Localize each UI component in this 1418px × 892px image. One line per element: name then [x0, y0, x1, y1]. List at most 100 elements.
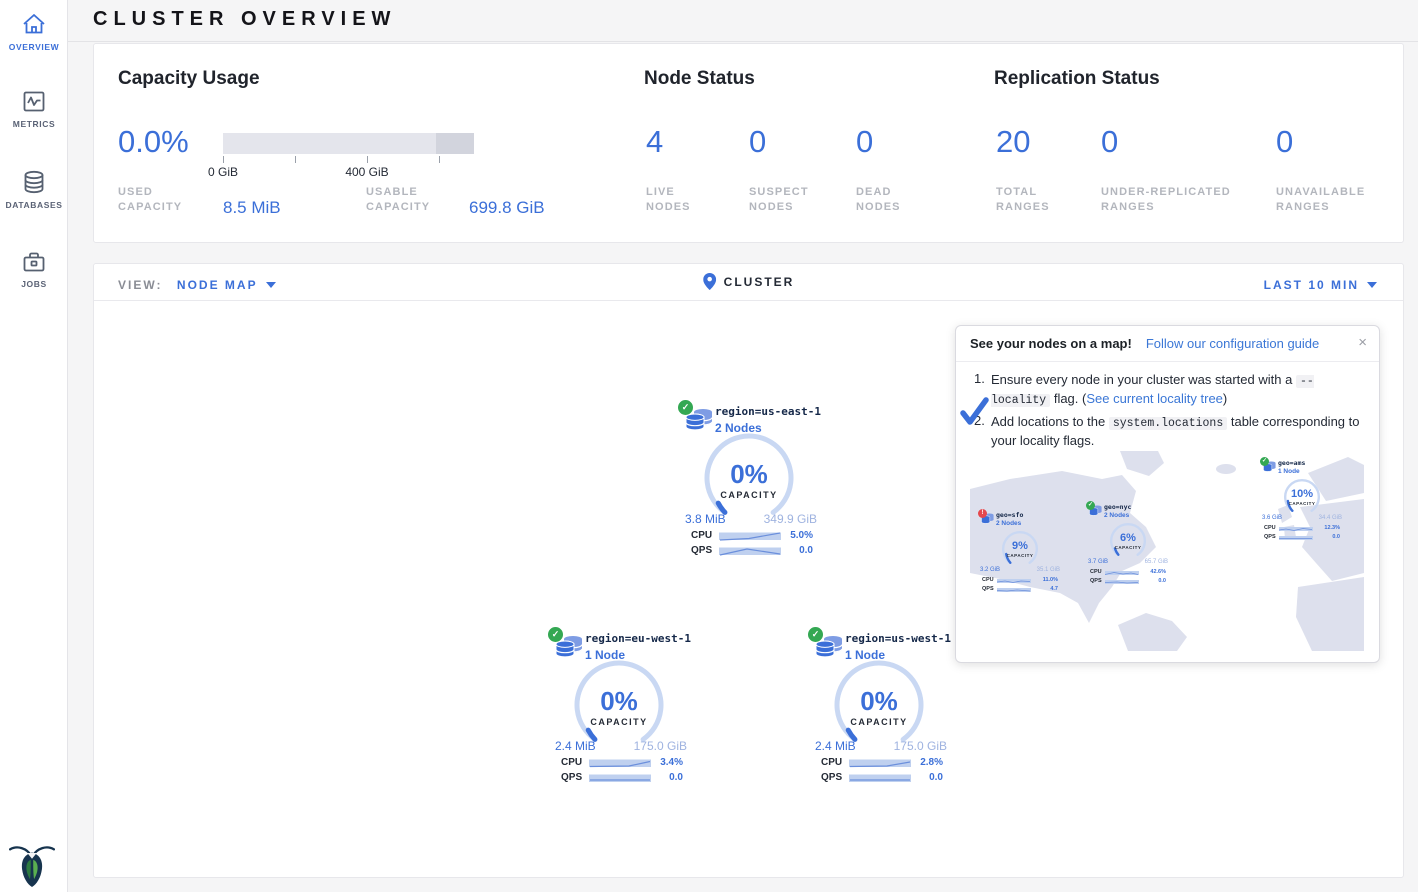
live-status-badge: ✓: [678, 400, 693, 415]
capacity-caption: CAPACITY: [1104, 545, 1152, 550]
capacity-usage-title: Capacity Usage: [118, 68, 260, 90]
capacity-bar: [223, 133, 474, 154]
cpu-sparkline: [997, 578, 1031, 584]
cpu-sparkline: [1105, 570, 1139, 576]
cpu-label: CPU: [691, 530, 712, 541]
locality-tree-link[interactable]: See current locality tree: [1086, 391, 1223, 406]
node-total-capacity: 175.0 GiB: [894, 739, 947, 753]
capacity-tick-label: 400 GiB: [332, 165, 402, 179]
database-icon: [20, 168, 48, 196]
capacity-percent: 10%: [1282, 489, 1322, 500]
popup-header: See your nodes on a map! Follow our conf…: [956, 326, 1379, 362]
node-widget-eu-west-1[interactable]: ✓ region=eu-west-1 1 Node: [549, 628, 689, 788]
capacity-percent: 9%: [1000, 541, 1040, 552]
metrics-graph-icon: [20, 88, 48, 115]
qps-label: QPS: [561, 772, 582, 783]
sidebar-item-overview[interactable]: OVERVIEW: [0, 11, 68, 52]
sidebar-item-databases[interactable]: DATABASES: [0, 168, 68, 210]
used-capacity-label: USED CAPACITY: [118, 185, 198, 215]
map-pin-icon: [703, 273, 716, 290]
node-used-capacity: 3.6 GiB: [1262, 515, 1282, 521]
live-status-badge: ✓: [1086, 501, 1095, 510]
live-status-badge: ✓: [808, 627, 823, 642]
nodes-count-link: 2 Nodes: [1104, 512, 1129, 519]
qps-value: 0.0: [669, 772, 683, 783]
region-label: region=eu-west-1: [585, 632, 691, 645]
mini-node-widget-ams: ✓ geo=ams 1 Node 10% CAPACITY 3.6 GiB 34…: [1260, 457, 1344, 547]
cpu-value: 42.6%: [1150, 569, 1166, 575]
sidebar-item-label: OVERVIEW: [0, 42, 68, 52]
live-status-badge: ✓: [548, 627, 563, 642]
configuration-guide-link[interactable]: Follow our configuration guide: [1146, 336, 1319, 351]
qps-label: QPS: [1090, 578, 1102, 584]
node-widget-us-east-1[interactable]: ✓ region=us-east-1 2 Nodes: [679, 401, 819, 561]
sidebar-item-label: JOBS: [0, 279, 68, 289]
cpu-label: CPU: [1090, 569, 1102, 575]
unavailable-ranges-count: 0: [1276, 126, 1293, 157]
node-status-title: Node Status: [644, 68, 755, 90]
replication-status-title: Replication Status: [994, 68, 1160, 90]
sidebar-item-label: DATABASES: [0, 200, 68, 210]
node-total-capacity: 34.4 GiB: [1319, 515, 1342, 521]
capacity-tick: [223, 156, 224, 163]
node-total-capacity: 175.0 GiB: [634, 739, 687, 753]
cpu-sparkline: [849, 757, 911, 769]
mini-node-widget-sfo: ! geo=sfo 2 Nodes 9% CAPACITY 3.2 GiB 35…: [978, 509, 1062, 599]
cockroachdb-logo: [9, 842, 55, 888]
time-range-dropdown[interactable]: LAST 10 MIN: [1264, 278, 1359, 292]
system-locations-code: system.locations: [1109, 417, 1227, 430]
warning-status-badge: !: [978, 509, 987, 518]
briefcase-icon: [20, 248, 48, 275]
capacity-caption: CAPACITY: [569, 717, 669, 727]
header-divider: [68, 41, 1418, 42]
capacity-tick: [367, 156, 368, 163]
cpu-label: CPU: [561, 757, 582, 768]
capacity-caption: CAPACITY: [829, 717, 929, 727]
cpu-sparkline: [1279, 526, 1313, 532]
geo-label: geo=ams: [1278, 459, 1305, 467]
cpu-value: 11.0%: [1043, 577, 1058, 583]
step-text: flag. (: [1050, 391, 1086, 406]
sidebar-item-jobs[interactable]: JOBS: [0, 248, 68, 289]
cpu-value: 3.4%: [660, 757, 683, 768]
geo-label: geo=sfo: [996, 511, 1023, 519]
capacity-caption: CAPACITY: [699, 490, 799, 500]
step-text: Ensure every node in your cluster was st…: [991, 372, 1296, 387]
live-nodes-count: 4: [646, 126, 663, 157]
cpu-value: 5.0%: [790, 530, 813, 541]
chevron-down-icon[interactable]: [1367, 282, 1377, 288]
nodes-count-link: 1 Node: [1278, 468, 1300, 475]
chevron-down-icon[interactable]: [266, 282, 276, 288]
node-used-capacity: 3.2 GiB: [980, 567, 1000, 573]
close-icon[interactable]: ×: [1358, 334, 1367, 351]
popup-body: 1. Ensure every node in your cluster was…: [956, 362, 1379, 450]
qps-sparkline: [589, 772, 651, 784]
nodes-count-link: 2 Nodes: [996, 520, 1021, 527]
qps-label: QPS: [821, 772, 842, 783]
sidebar-item-label: METRICS: [0, 119, 68, 129]
step-text: Add locations to the: [991, 414, 1109, 429]
view-dropdown[interactable]: NODE MAP: [177, 278, 258, 292]
node-total-capacity: 65.7 GiB: [1145, 559, 1168, 565]
cpu-value: 12.3%: [1324, 525, 1340, 531]
total-ranges-count: 20: [996, 126, 1030, 157]
qps-sparkline: [1279, 535, 1313, 541]
node-used-capacity: 2.4 MiB: [555, 739, 596, 753]
sidebar-item-metrics[interactable]: METRICS: [0, 88, 68, 129]
region-label: region=us-east-1: [715, 405, 821, 418]
qps-label: QPS: [982, 586, 994, 592]
node-widget-us-west-1[interactable]: ✓ region=us-west-1 1 Node: [809, 628, 949, 788]
qps-value: 0.0: [1332, 534, 1340, 540]
sidebar: OVERVIEW METRICS DATABASES JOBS: [0, 0, 68, 892]
breadcrumb-cluster[interactable]: CLUSTER: [724, 275, 795, 289]
step-complete-check-icon: [959, 397, 989, 427]
capacity-used-percent: 0.0%: [118, 126, 189, 157]
page-title: CLUSTER OVERVIEW: [93, 8, 396, 31]
capacity-bar-reserved-segment: [436, 133, 474, 154]
node-total-capacity: 349.9 GiB: [764, 512, 817, 526]
view-bar: VIEW: NODE MAP CLUSTER LAST 10 MIN: [94, 264, 1403, 301]
qps-value: 0.0: [1158, 578, 1166, 584]
capacity-tick: [439, 156, 440, 163]
cpu-value: 2.8%: [920, 757, 943, 768]
usable-capacity-value: 699.8 GiB: [469, 198, 545, 218]
